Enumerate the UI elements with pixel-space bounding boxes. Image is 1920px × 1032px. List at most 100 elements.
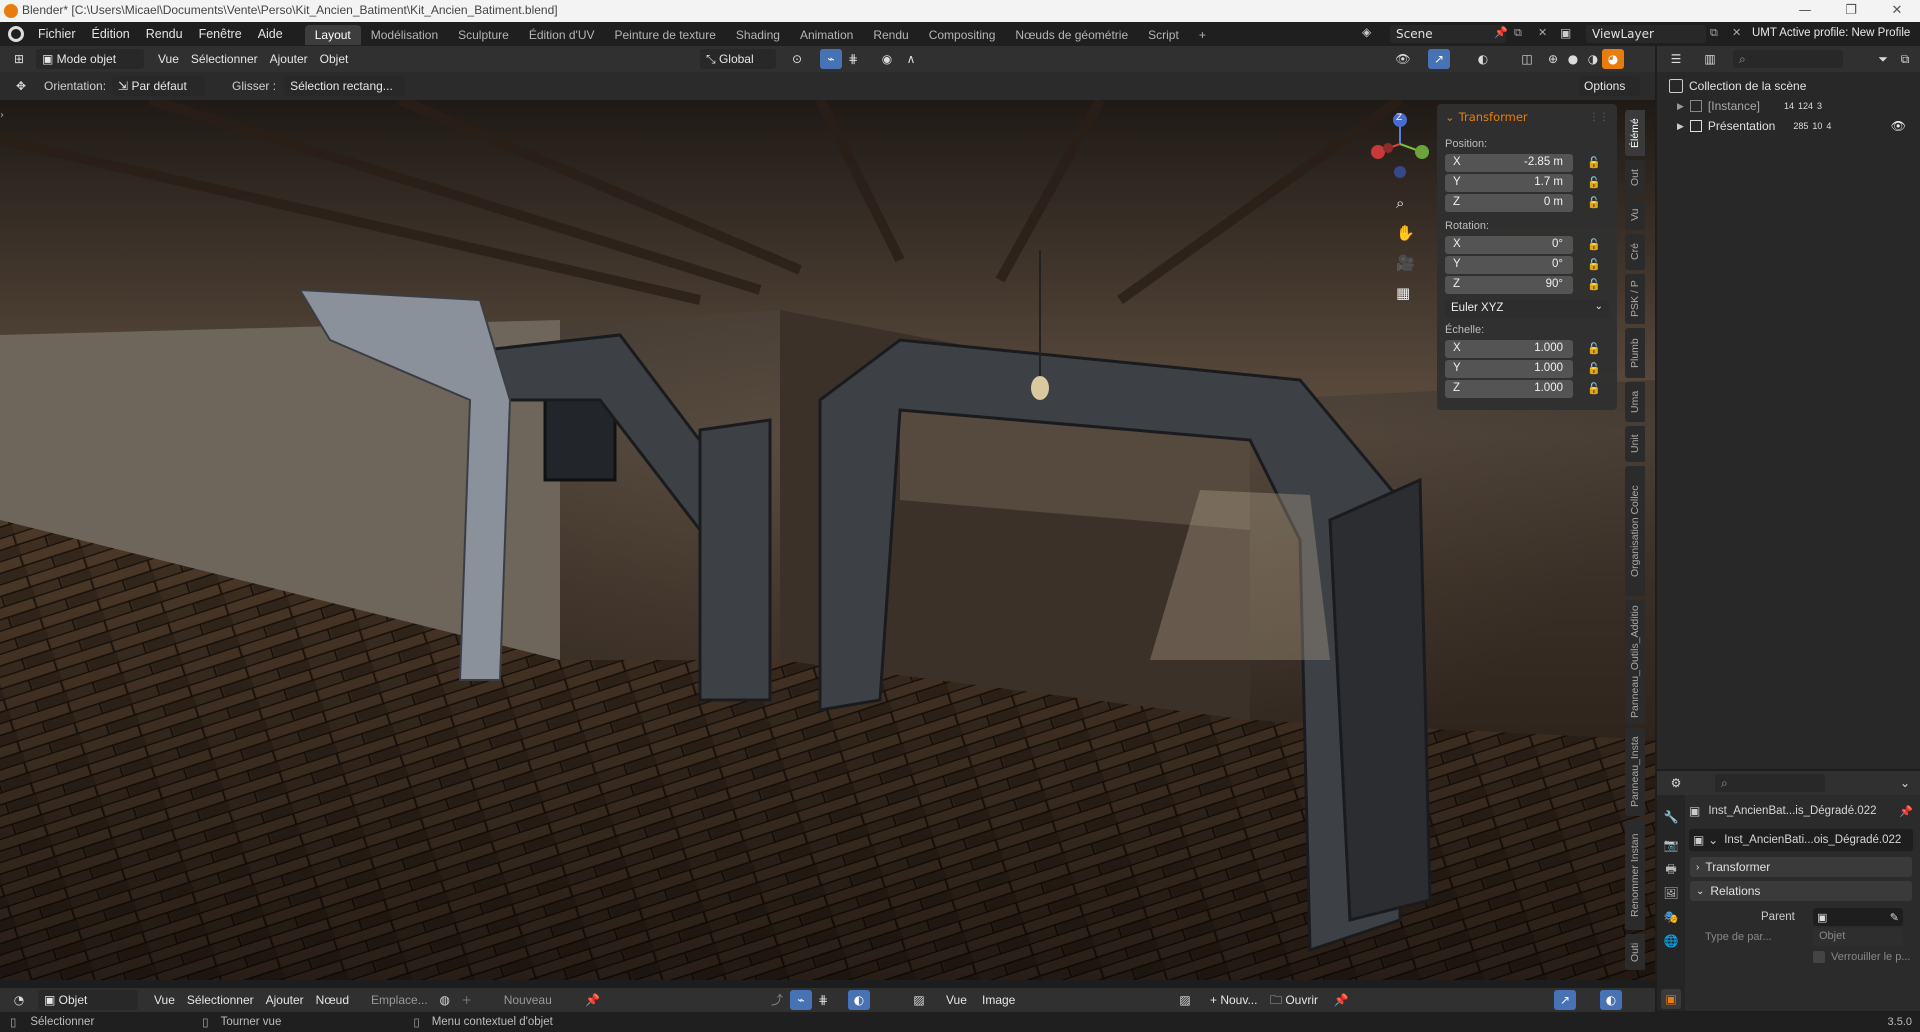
new-view-layer-icon[interactable]: ⧉ [1710,26,1718,40]
pin-icon[interactable]: 📌 [582,990,604,1010]
material-slot-dropdown[interactable]: Emplace... [365,990,434,1010]
perspective-grid-icon[interactable]: ▦ [1396,284,1416,304]
snap-icon[interactable]: ⌁ [820,49,842,69]
tab-peinture-texture[interactable]: Peinture de texture [605,25,726,45]
new-image-button[interactable]: + Nouv... [1204,990,1263,1010]
minimize-button[interactable]: — [1782,0,1828,22]
backdrop-icon[interactable]: ⤴ [766,990,788,1010]
lock-icon[interactable]: 🔓 [1587,176,1601,190]
scale-y-field[interactable]: Y 1.000 [1445,360,1573,378]
drag-dropdown[interactable]: Sélection rectang... [284,76,407,96]
properties-editor-icon[interactable]: ⚙ [1665,773,1687,793]
output-tab-icon[interactable]: 🖶 [1661,859,1681,879]
tool-tab-icon[interactable]: 🔧 [1661,807,1681,827]
rotation-x-field[interactable]: X 0° [1445,236,1573,254]
mode-selector[interactable]: ▣ Mode objet [36,49,144,69]
chevron-down-icon[interactable]: ⌄ [1894,773,1916,793]
outliner-item-presentation[interactable]: ▶ Présentation 285 10 4 👁 [1657,116,1920,136]
rotation-y-field[interactable]: Y 0° [1445,256,1573,274]
display-mode-icon[interactable]: ▥ [1699,49,1721,69]
node-menu-vue[interactable]: Vue [148,990,181,1010]
node-snap-icon[interactable]: ⌁ [790,990,812,1010]
image-gizmo-icon[interactable]: ↗ [1554,990,1576,1010]
add-workspace-button[interactable]: + [1189,25,1216,45]
rendered-shading-icon[interactable]: ◕ [1602,49,1624,69]
transform-panel-header[interactable]: ⌄ Transformer ⋮⋮ [1445,108,1609,126]
properties-search-input[interactable]: ⌕ [1715,774,1825,792]
node-snap-target-icon[interactable]: ⋕ [812,990,834,1010]
menu-selectionner[interactable]: Sélectionner [185,49,264,69]
menu-rendu[interactable]: Rendu [138,22,191,46]
toolbar-expand-icon[interactable]: › [0,110,4,121]
menu-ajouter[interactable]: Ajouter [264,49,314,69]
transform-orientation-selector[interactable]: ⤡ Global [700,49,776,69]
scene-selector[interactable]: Scene [1390,25,1506,43]
lock-icon[interactable]: 🔓 [1587,362,1601,376]
open-image-button[interactable]: 🗀 Ouvrir [1264,990,1324,1010]
delete-scene-icon[interactable]: ✕ [1538,26,1547,39]
tab-layout[interactable]: Layout [304,25,361,45]
outliner-search-input[interactable]: ⌕ [1733,50,1843,68]
tab-compositing[interactable]: Compositing [919,25,1006,45]
node-menu-selectionner[interactable]: Sélectionner [181,990,260,1010]
object-datablock-name[interactable]: Inst_AncienBati...ois_Dégradé.022 [1724,834,1901,846]
position-x-field[interactable]: X -2.85 m [1445,154,1573,172]
menu-aide[interactable]: Aide [250,22,291,46]
menu-edition[interactable]: Édition [84,22,138,46]
editor-type-icon[interactable]: ⊞ [8,49,30,69]
menu-fichier[interactable]: Fichier [30,22,84,46]
image-editor-icon[interactable]: ▨ [908,990,930,1010]
object-datablock-field[interactable]: ▣ ⌄ Inst_AncienBati...ois_Dégradé.022 [1689,829,1913,851]
blender-menu-icon[interactable] [8,26,24,42]
new-collection-icon[interactable]: ⧉ [1894,49,1916,69]
move-tool-icon[interactable]: ✥ [10,76,32,96]
camera-icon[interactable]: 🎥 [1396,254,1416,274]
close-window-button[interactable]: ✕ [1874,0,1920,22]
outliner-item-instance[interactable]: ▶ [Instance] 14 124 3 [1657,96,1920,116]
view-layer-tab-icon[interactable]: 🖼 [1661,883,1681,903]
overlay-icon[interactable]: ◐ [1472,49,1494,69]
add-material-icon[interactable]: + [456,990,478,1010]
pan-hand-icon[interactable]: ✋ [1396,224,1416,244]
sidebar-tab-unit[interactable]: Unit [1625,426,1645,462]
filter-icon[interactable]: ⏷ [1872,49,1894,69]
tab-shading[interactable]: Shading [726,25,790,45]
sidebar-tab-psk[interactable]: PSK / P [1625,274,1645,324]
eyedropper-icon[interactable]: ✎ [1890,911,1899,924]
tab-edition-uv[interactable]: Édition d'UV [519,25,605,45]
menu-objet[interactable]: Objet [314,49,355,69]
delete-view-layer-icon[interactable]: ✕ [1732,26,1741,39]
sidebar-tab-create[interactable]: Cré [1625,234,1645,270]
lock-icon[interactable]: 🔓 [1587,156,1601,170]
node-editor-type-icon[interactable]: ◔ [8,990,30,1010]
node-menu-noeud[interactable]: Nœud [310,990,355,1010]
new-material-button[interactable]: Nouveau [498,990,578,1010]
tab-sculpture[interactable]: Sculpture [448,25,519,45]
pin-icon[interactable]: 📌 [1330,990,1352,1010]
lock-icon[interactable]: 🔓 [1587,258,1601,272]
visibility-icon[interactable]: 👁 [1392,49,1414,69]
pin-icon[interactable]: 📌 [1899,805,1913,818]
drag-handle-icon[interactable]: ⋮⋮ [1589,112,1609,123]
transform-section-header[interactable]: › Transformer [1690,857,1912,877]
expand-arrow-icon[interactable]: ▶ [1677,101,1684,112]
position-z-field[interactable]: Z0 m [1445,194,1573,212]
sidebar-tab-renommer[interactable]: Renommer Instan [1625,820,1645,930]
image-menu-vue[interactable]: Vue [940,990,973,1010]
sidebar-tab-plumb[interactable]: Plumb [1625,328,1645,378]
tab-noeuds-geometrie[interactable]: Nœuds de géométrie [1005,25,1138,45]
outliner-editor-icon[interactable]: ☰ [1665,49,1687,69]
expand-arrow-icon[interactable]: ▶ [1677,121,1684,132]
options-dropdown[interactable]: Options [1578,76,1640,96]
lock-icon[interactable]: 🔓 [1587,238,1601,252]
tab-modelisation[interactable]: Modélisation [361,25,448,45]
scene-collection-row[interactable]: Collection de la scène [1657,76,1920,96]
image-overlay-icon[interactable]: ◐ [1600,990,1622,1010]
scale-x-field[interactable]: X 1.000 [1445,340,1573,358]
image-menu-image[interactable]: Image [976,990,1021,1010]
maximize-button[interactable]: ❐ [1828,0,1874,22]
scene-icon[interactable]: ◈ [1362,25,1384,43]
material-sphere-icon[interactable]: ◍ [434,990,456,1010]
solid-shading-icon[interactable]: ● [1562,49,1584,69]
view-layer-selector[interactable]: ViewLayer [1586,25,1706,43]
